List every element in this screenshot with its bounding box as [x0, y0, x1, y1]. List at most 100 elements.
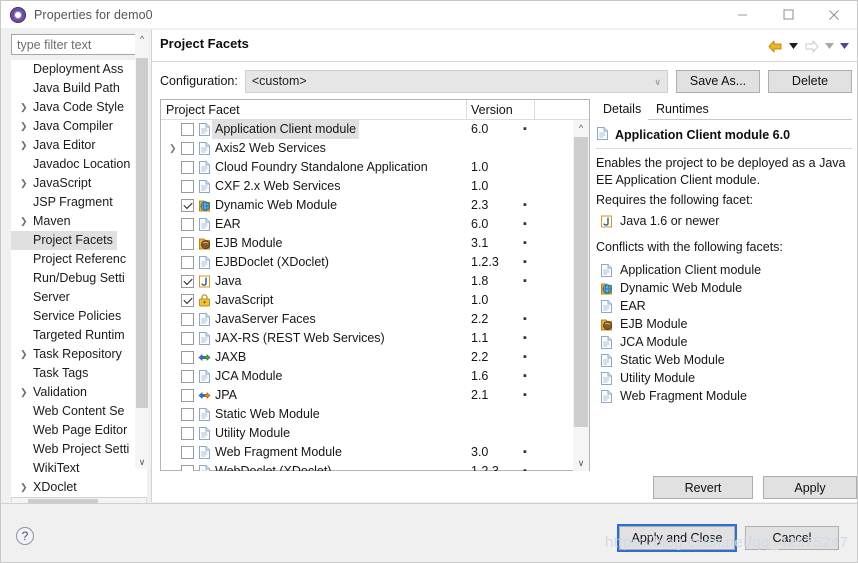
table-row[interactable]: EJB Module 3.1 ▪ [161, 234, 574, 253]
facet-checkbox[interactable] [181, 237, 194, 250]
configuration-select[interactable]: <custom> ∨ [244, 69, 668, 93]
version-dropdown-icon[interactable]: ▪ [523, 367, 527, 386]
filter-input[interactable]: type filter text [11, 34, 146, 55]
sidebar-item-javadoc-location[interactable]: Javadoc Location [11, 155, 147, 174]
facet-checkbox[interactable] [181, 218, 194, 231]
save-as-button[interactable]: Save As... [676, 69, 760, 93]
facet-checkbox[interactable] [181, 427, 194, 440]
table-row[interactable]: JavaServer Faces 2.2 ▪ [161, 310, 574, 329]
settings-tree[interactable]: Deployment Ass Java Build Path ❯ Java Code … [11, 60, 147, 497]
sidebar-item-server[interactable]: Server [11, 288, 147, 307]
version-dropdown-icon[interactable]: ▪ [523, 196, 527, 215]
table-row[interactable]: CXF 2.x Web Services 1.0 [161, 177, 574, 196]
version-dropdown-icon[interactable]: ▪ [523, 310, 527, 329]
table-row[interactable]: Web Fragment Module 3.0 ▪ [161, 443, 574, 462]
sidebar-item-service-policies[interactable]: Service Policies [11, 307, 147, 326]
chevron-right-icon[interactable]: ❯ [20, 478, 30, 497]
table-row[interactable]: Utility Module [161, 424, 574, 443]
facet-checkbox[interactable] [181, 408, 194, 421]
apply-and-close-button[interactable]: Apply and Close [617, 524, 737, 552]
sidebar-item-validation[interactable]: ❯ Validation [11, 383, 147, 402]
table-row[interactable]: Dynamic Web Module 2.3 ▪ [161, 196, 574, 215]
chevron-right-icon[interactable]: ❯ [20, 345, 30, 364]
forward-arrow-icon[interactable] [802, 37, 821, 55]
facet-table-body[interactable]: Application Client module 6.0 ▪ ❯ Axis2 Web … [161, 120, 574, 471]
table-row[interactable]: Java 1.8 ▪ [161, 272, 574, 291]
version-dropdown-icon[interactable]: ▪ [523, 120, 527, 139]
table-row[interactable]: JCA Module 1.6 ▪ [161, 367, 574, 386]
table-row[interactable]: Application Client module 6.0 ▪ [161, 120, 574, 139]
facet-checkbox[interactable] [181, 389, 194, 402]
sidebar-item-project-referenc[interactable]: Project Referenc [11, 250, 147, 269]
version-dropdown-icon[interactable]: ▪ [523, 329, 527, 348]
sidebar-item-java-build-path[interactable]: Java Build Path [11, 79, 147, 98]
table-row[interactable]: JAXB 2.2 ▪ [161, 348, 574, 367]
facet-checkbox[interactable] [181, 370, 194, 383]
sidebar-item-deployment-ass[interactable]: Deployment Ass [11, 60, 147, 79]
table-row[interactable]: WebDoclet (XDoclet) 1.2.3 ▪ [161, 462, 574, 471]
sidebar-item-web-page-editor[interactable]: Web Page Editor [11, 421, 147, 440]
apply-button[interactable]: Apply [763, 476, 857, 499]
version-dropdown-icon[interactable]: ▪ [523, 253, 527, 272]
sidebar-item-java-code-style[interactable]: ❯ Java Code Style [11, 98, 147, 117]
close-icon[interactable] [811, 1, 857, 28]
facet-checkbox[interactable] [181, 313, 194, 326]
facet-checkbox[interactable] [181, 275, 194, 288]
scroll-down-icon[interactable]: ∨ [573, 456, 589, 471]
chevron-down-icon[interactable] [838, 37, 851, 55]
facet-checkbox[interactable] [181, 446, 194, 459]
facet-checkbox[interactable] [181, 142, 194, 155]
table-row[interactable]: Cloud Foundry Standalone Application 1.0 [161, 158, 574, 177]
sidebar-item-wikitext[interactable]: WikiText [11, 459, 147, 478]
scroll-down-icon[interactable]: ∨ [135, 455, 149, 469]
revert-button[interactable]: Revert [653, 476, 753, 499]
table-row[interactable]: JAX-RS (REST Web Services) 1.1 ▪ [161, 329, 574, 348]
version-dropdown-icon[interactable]: ▪ [523, 215, 527, 234]
facet-checkbox[interactable] [181, 199, 194, 212]
scrollbar-thumb[interactable] [136, 58, 148, 408]
facet-checkbox[interactable] [181, 180, 194, 193]
chevron-right-icon[interactable]: ❯ [20, 174, 30, 193]
version-dropdown-icon[interactable]: ▪ [523, 462, 527, 471]
sidebar-item-jsp-fragment[interactable]: JSP Fragment [11, 193, 147, 212]
maximize-icon[interactable] [765, 1, 811, 28]
version-dropdown-icon[interactable]: ▪ [523, 234, 527, 253]
facet-checkbox[interactable] [181, 351, 194, 364]
table-row[interactable]: JPA 2.1 ▪ [161, 386, 574, 405]
table-row[interactable]: EJBDoclet (XDoclet) 1.2.3 ▪ [161, 253, 574, 272]
sidebar-item-web-project-setti[interactable]: Web Project Setti [11, 440, 147, 459]
minimize-icon[interactable] [719, 1, 765, 28]
facet-checkbox[interactable] [181, 465, 194, 471]
table-row[interactable]: ❯ Axis2 Web Services [161, 139, 574, 158]
chevron-right-icon[interactable]: ❯ [20, 136, 30, 155]
scroll-up-icon[interactable]: ^ [135, 32, 149, 46]
sidebar-item-task-tags[interactable]: Task Tags [11, 364, 147, 383]
help-icon[interactable]: ? [16, 527, 34, 545]
table-row[interactable]: Static Web Module [161, 405, 574, 424]
sidebar-item-run-debug-setti[interactable]: Run/Debug Setti [11, 269, 147, 288]
facet-vertical-scrollbar[interactable]: ^ ∨ [573, 120, 589, 471]
table-row[interactable]: EAR 6.0 ▪ [161, 215, 574, 234]
facet-checkbox[interactable] [181, 256, 194, 269]
tab-runtimes[interactable]: Runtimes [649, 99, 716, 120]
sidebar-item-xdoclet[interactable]: ❯ XDoclet [11, 478, 147, 497]
facet-checkbox[interactable] [181, 123, 194, 136]
chevron-right-icon[interactable]: ❯ [20, 212, 30, 231]
sidebar-item-java-compiler[interactable]: ❯ Java Compiler [11, 117, 147, 136]
cancel-button[interactable]: Cancel [745, 526, 839, 550]
sidebar-item-maven[interactable]: ❯ Maven [11, 212, 147, 231]
facet-checkbox[interactable] [181, 332, 194, 345]
sidebar-item-task-repository[interactable]: ❯ Task Repository [11, 345, 147, 364]
facet-checkbox[interactable] [181, 161, 194, 174]
delete-button[interactable]: Delete [768, 69, 852, 93]
sidebar-item-java-editor[interactable]: ❯ Java Editor [11, 136, 147, 155]
sidebar-item-targeted-runtim[interactable]: Targeted Runtim [11, 326, 147, 345]
chevron-down-icon[interactable] [823, 37, 836, 55]
chevron-right-icon[interactable]: ❯ [20, 117, 30, 136]
sidebar-item-project-facets[interactable]: Project Facets [11, 231, 117, 250]
back-arrow-icon[interactable] [766, 37, 785, 55]
chevron-down-icon[interactable] [787, 37, 800, 55]
tree-vertical-scrollbar[interactable]: ^ ∨ [135, 32, 149, 469]
tab-details[interactable]: Details [596, 99, 649, 120]
chevron-right-icon[interactable]: ❯ [169, 139, 179, 158]
